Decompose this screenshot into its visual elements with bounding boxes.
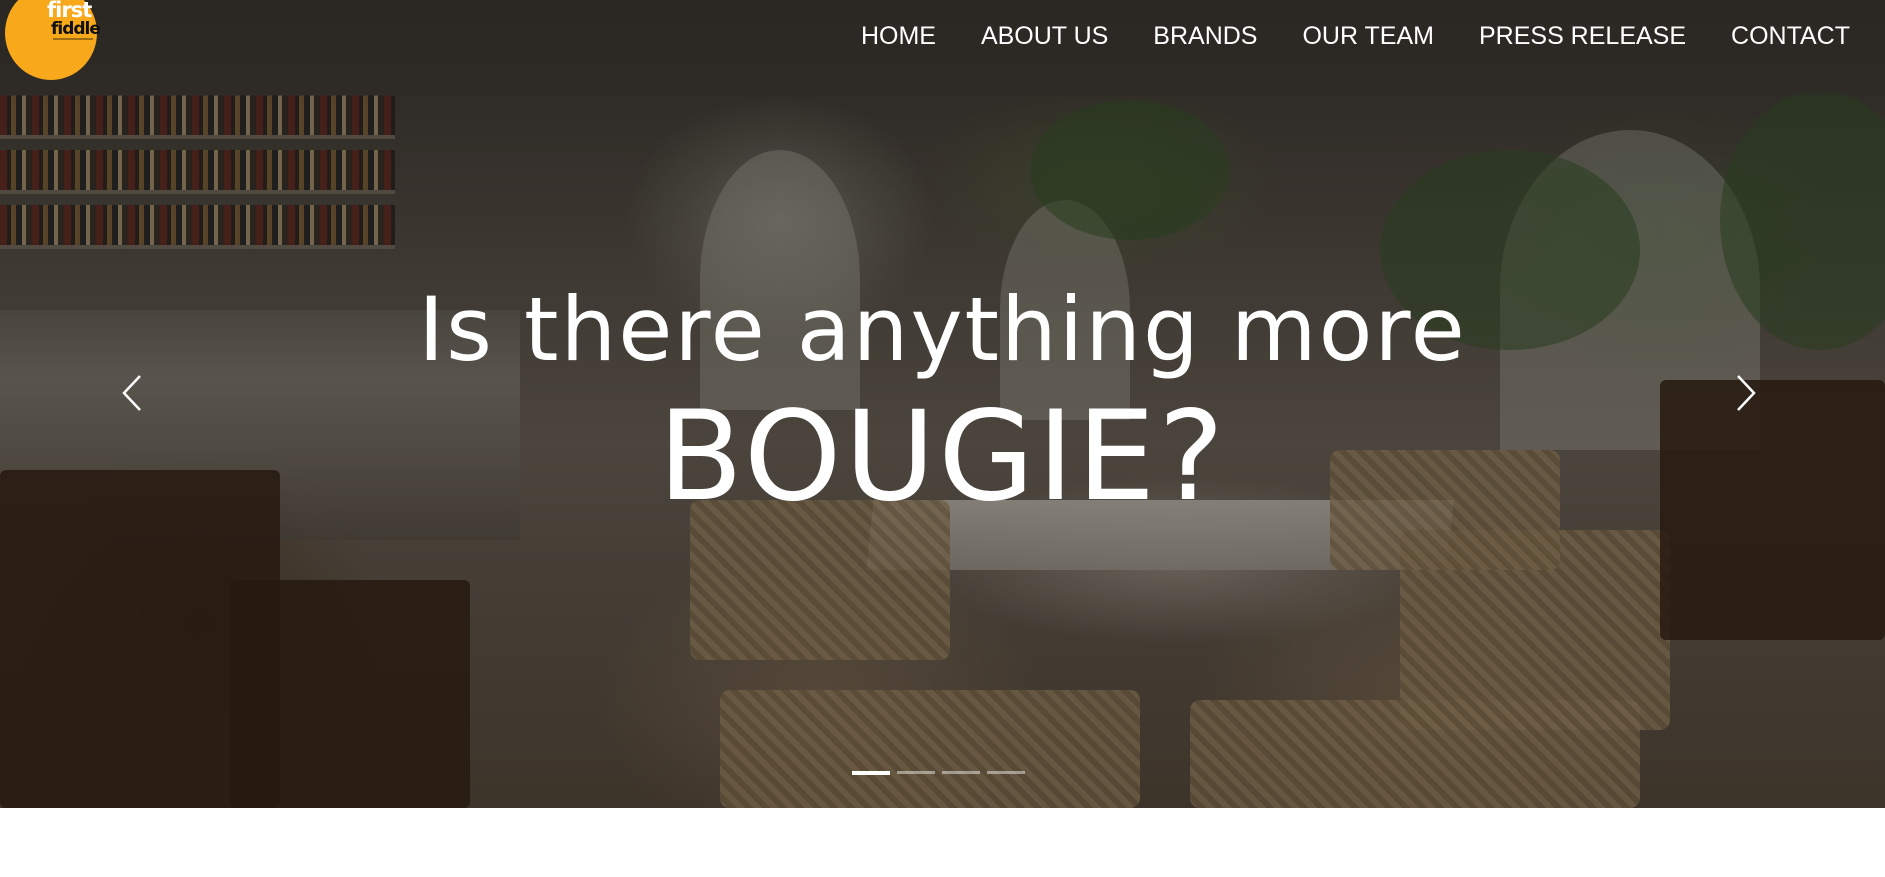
- carousel-prev-button[interactable]: [112, 368, 152, 418]
- chevron-left-icon: [122, 375, 141, 411]
- nav-item-home[interactable]: HOME: [861, 18, 936, 54]
- carousel-indicator-3[interactable]: [942, 771, 980, 774]
- logo-tagline: [53, 38, 93, 40]
- hero-headline-line2: BOUGIE?: [657, 385, 1228, 529]
- carousel-next-button[interactable]: [1726, 368, 1766, 418]
- chevron-right-icon: [1737, 375, 1756, 411]
- hero-carousel: Is there anything more BOUGIE?: [0, 0, 1885, 808]
- carousel-indicator-2[interactable]: [897, 771, 935, 774]
- carousel-indicator-4[interactable]: [987, 771, 1025, 774]
- carousel-indicator-1[interactable]: [852, 771, 890, 775]
- logo-text-fiddle: fiddle: [51, 19, 101, 39]
- main-nav: HOME ABOUT US BRANDS OUR TEAM PRESS RELE…: [816, 18, 1850, 54]
- hero-headline-line1: Is there anything more: [418, 278, 1467, 381]
- nav-item-brands[interactable]: BRANDS: [1153, 18, 1257, 54]
- top-navbar: first fiddle HOME ABOUT US BRANDS OUR TE…: [0, 0, 1885, 96]
- nav-item-contact[interactable]: CONTACT: [1731, 18, 1850, 54]
- site-logo[interactable]: first fiddle: [5, 0, 101, 80]
- nav-item-about-us[interactable]: ABOUT US: [981, 18, 1108, 54]
- carousel-indicators: [852, 771, 1025, 775]
- nav-item-press-release[interactable]: PRESS RELEASE: [1479, 18, 1686, 54]
- nav-item-our-team[interactable]: OUR TEAM: [1302, 18, 1434, 54]
